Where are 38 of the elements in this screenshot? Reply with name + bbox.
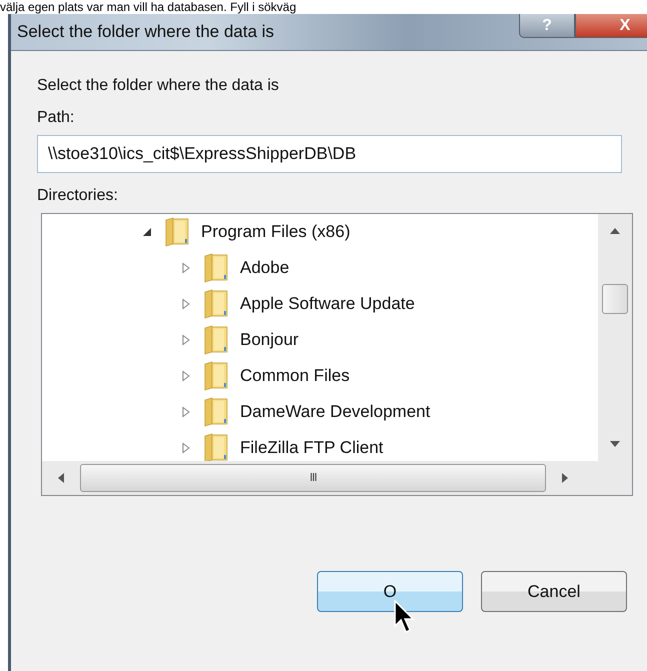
folder-icon [202, 433, 230, 461]
cancel-button[interactable]: Cancel [481, 571, 627, 612]
window-title: Select the folder where the data is [16, 22, 274, 42]
vertical-scrollbar[interactable] [598, 214, 632, 461]
document-text: välja egen plats var man vill ha databasen. Fyll i sökväg [0, 0, 296, 14]
folder-icon [202, 397, 230, 427]
scroll-right-icon[interactable] [562, 473, 568, 483]
scroll-down-icon[interactable] [610, 441, 620, 447]
scroll-up-icon[interactable] [610, 228, 620, 234]
folder-icon [163, 217, 191, 247]
folder-name[interactable]: Apple Software Update [240, 294, 415, 314]
folder-icon [202, 289, 230, 319]
expand-arrow-icon[interactable] [181, 370, 192, 382]
folder-icon [202, 361, 230, 391]
horizontal-scrollbar[interactable]: III [42, 461, 632, 495]
expand-arrow-icon[interactable] [181, 298, 192, 310]
scrollbar-thumb[interactable]: III [80, 464, 546, 492]
expand-arrow-icon[interactable] [181, 262, 192, 274]
folder-icon [202, 325, 230, 355]
scroll-left-icon[interactable] [58, 473, 64, 483]
expand-arrow-icon[interactable] [181, 406, 192, 418]
expand-arrow-icon[interactable] [181, 334, 192, 346]
folder-name[interactable]: Program Files (x86) [201, 222, 350, 242]
path-label: Path: [37, 109, 76, 127]
expand-arrow-icon[interactable] [181, 442, 192, 454]
folder-name[interactable]: Bonjour [240, 330, 299, 350]
folder-name[interactable]: DameWare Development [240, 402, 430, 422]
folder-icon [202, 253, 230, 283]
folder-name[interactable]: Adobe [240, 258, 290, 278]
close-button[interactable]: X [575, 14, 647, 38]
ok-button[interactable]: O [317, 571, 463, 612]
path-field[interactable]: \\stoe310\ics_cit$\ExpressShipperDB\DB [37, 135, 622, 173]
scrollbar-thumb[interactable] [602, 284, 628, 314]
collapse-arrow-icon[interactable] [142, 226, 153, 238]
folder-name[interactable]: Common Files [240, 366, 350, 386]
prompt-text: Select the folder where the data is [37, 77, 280, 95]
folder-name[interactable]: FileZilla FTP Client [240, 438, 384, 458]
directories-label: Directories: [37, 187, 119, 205]
